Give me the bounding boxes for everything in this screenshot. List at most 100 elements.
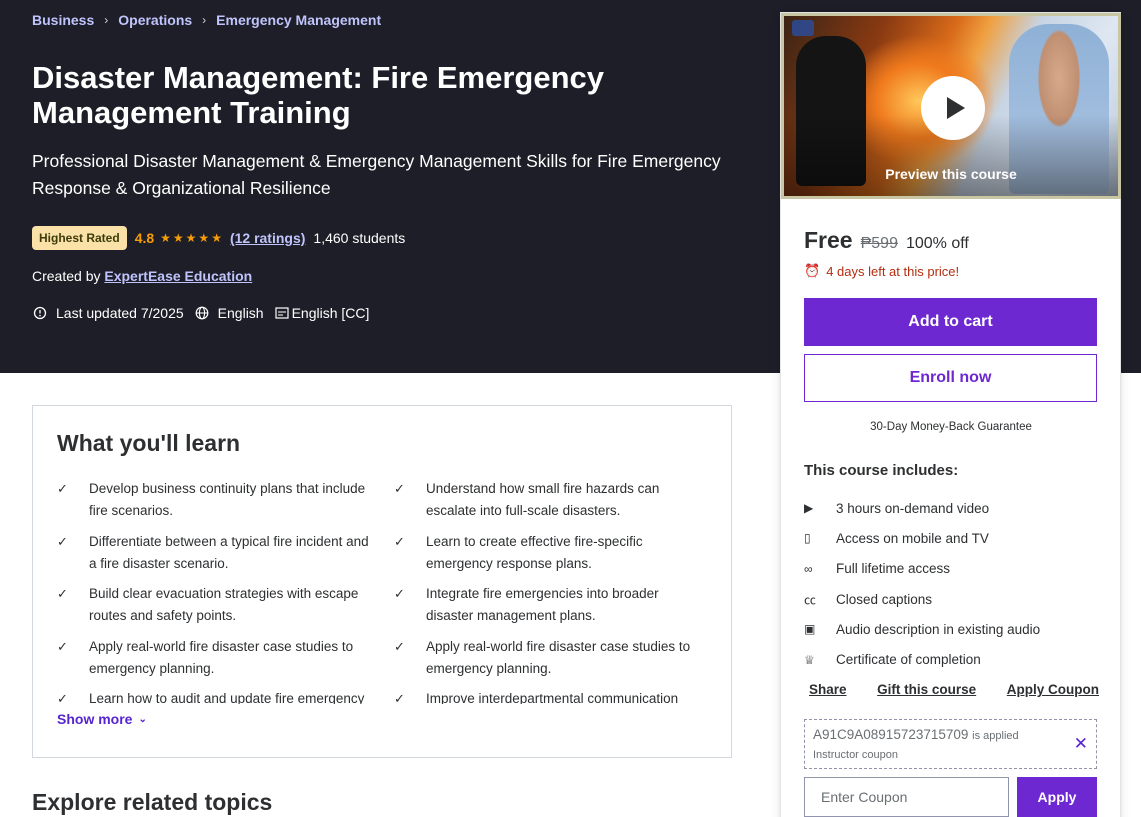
money-back-guarantee: 30-Day Money-Back Guarantee	[870, 421, 1032, 433]
learn-item: ✓ Understand how small fire hazards can e…	[394, 478, 709, 522]
includes-item: ♕ Certificate of completion	[804, 644, 1040, 674]
learn-item-text: Learn to create effective fire-specific …	[426, 534, 643, 571]
check-icon: ✓	[57, 586, 68, 601]
ratings-count-link[interactable]: (12 ratings)	[230, 230, 305, 246]
created-by-label: Created by	[32, 268, 101, 284]
learn-item: ✓ Learn to create effective fire-specific…	[394, 531, 709, 575]
what-youll-learn-box: What you'll learn ✓ Develop business cont…	[32, 405, 732, 758]
chevron-right-icon: ›	[202, 13, 207, 27]
coupon-code: A91C9A08915723715709	[813, 727, 969, 742]
learn-item: ✓ Integrate fire emergencies into broader…	[394, 583, 709, 627]
share-link[interactable]: Share	[809, 682, 847, 697]
learn-item-text: Apply real-world fire disaster case stud…	[426, 639, 691, 676]
show-more-label: Show more	[57, 711, 133, 727]
preview-label: Preview this course	[885, 166, 1017, 182]
learn-heading: What you'll learn	[57, 430, 241, 456]
coupon-code-line: A91C9A08915723715709 is applied	[813, 727, 1019, 742]
learn-item-text: Build clear evacuation strategies with e…	[89, 586, 359, 623]
learn-item: ✓ Apply real-world fire disaster case stu…	[394, 636, 709, 680]
includes-item-label: Certificate of completion	[836, 652, 981, 668]
includes-item: ▶ 3 hours on-demand video	[804, 493, 1040, 523]
enroll-now-button[interactable]: Enroll now	[804, 354, 1097, 402]
mobile-icon: ▯	[804, 531, 811, 546]
show-more-button[interactable]: Show more ⌄	[57, 711, 147, 727]
includes-title: This course includes:	[804, 462, 959, 479]
explore-related-heading: Explore related topics	[32, 789, 273, 815]
learn-item-text: Integrate fire emergencies into broader …	[426, 586, 659, 623]
instructor-link[interactable]: ExpertEase Education	[104, 268, 252, 284]
cc-icon: ㏄	[804, 592, 817, 607]
apply-coupon-button[interactable]: Apply	[1017, 777, 1097, 817]
learn-item-text: Apply real-world fire disaster case stud…	[89, 639, 354, 676]
learn-item: ✓ Develop business continuity plans that …	[57, 478, 372, 522]
alarm-clock-icon: ⏰	[804, 263, 821, 278]
applied-coupon: A91C9A08915723715709 is applied Instruct…	[804, 719, 1097, 769]
infinity-icon: ∞	[804, 561, 813, 576]
audio-description-icon: ▣	[804, 622, 816, 637]
course-title: Disaster Management: Fire Emergency Mana…	[32, 60, 604, 130]
language-text: English	[217, 305, 264, 321]
course-preview-video[interactable]: Preview this course	[781, 13, 1121, 199]
learn-item-text: Differentiate between a typical fire inc…	[89, 534, 369, 571]
close-icon[interactable]: ✕	[1074, 734, 1088, 754]
trophy-icon: ♕	[804, 652, 815, 667]
captions-text: English [CC]	[291, 305, 370, 321]
course-meta: Last updated 7/2025 English English [CC]	[32, 305, 379, 321]
chevron-right-icon: ›	[104, 13, 109, 27]
captions: English [CC]	[274, 305, 370, 321]
includes-item-label: Full lifetime access	[836, 561, 951, 577]
learn-item: ✓ Differentiate between a typical fire in…	[57, 531, 372, 575]
includes-item: ▯ Access on mobile and TV	[804, 523, 1040, 553]
star-rating-icon: ★★★★★	[160, 231, 224, 245]
includes-item-label: 3 hours on-demand video	[836, 500, 990, 516]
rating-value: 4.8	[134, 230, 155, 246]
last-updated: Last updated 7/2025	[32, 305, 184, 321]
globe-icon	[194, 305, 210, 321]
check-icon: ✓	[394, 481, 405, 496]
check-icon: ✓	[57, 481, 68, 496]
brand-logo-icon	[792, 20, 814, 36]
check-icon: ✓	[57, 639, 68, 654]
learn-item-text: Develop business continuity plans that i…	[89, 481, 366, 518]
students-count: 1,460 students	[313, 230, 406, 246]
alert-badge-icon	[32, 305, 48, 321]
play-button[interactable]	[921, 76, 985, 140]
check-icon: ✓	[394, 586, 405, 601]
check-icon: ✓	[57, 691, 68, 704]
last-updated-text: Last updated 7/2025	[56, 305, 184, 321]
created-by: Created by ExpertEase Education	[32, 268, 252, 284]
breadcrumb-business[interactable]: Business	[32, 12, 94, 28]
check-icon: ✓	[394, 534, 405, 549]
coupon-input[interactable]	[804, 777, 1009, 817]
add-to-cart-button[interactable]: Add to cart	[804, 298, 1097, 346]
breadcrumb-emergency-management[interactable]: Emergency Management	[216, 12, 381, 28]
breadcrumb-operations[interactable]: Operations	[118, 12, 192, 28]
card-actions: Share Gift this course Apply Coupon	[809, 682, 1099, 697]
chevron-down-icon: ⌄	[138, 713, 147, 725]
includes-item: ∞ Full lifetime access	[804, 554, 1040, 584]
learn-list: ✓ Develop business continuity plans that …	[57, 478, 709, 704]
original-price: ₱599	[860, 235, 898, 252]
video-icon: ▶	[804, 501, 814, 516]
price-countdown: ⏰ 4 days left at this price!	[804, 263, 959, 279]
includes-item-label: Access on mobile and TV	[836, 530, 989, 546]
learn-item: ✓ Learn how to audit and update fire emer…	[57, 688, 372, 704]
apply-coupon-link[interactable]: Apply Coupon	[1007, 682, 1099, 697]
learn-item: ✓ Build clear evacuation strategies with …	[57, 583, 372, 627]
includes-item-label: Closed captions	[836, 591, 933, 607]
includes-list: ▶ 3 hours on-demand video ▯ Access on mobi…	[804, 493, 1040, 675]
includes-item-label: Audio description in existing audio	[836, 621, 1041, 637]
highest-rated-badge: Highest Rated	[32, 226, 127, 250]
discount-percent: 100% off	[905, 235, 969, 252]
learn-item: ✓ Apply real-world fire disaster case stu…	[57, 636, 372, 680]
includes-item: ㏄ Closed captions	[804, 584, 1040, 614]
breadcrumb: Business › Operations › Emergency Manage…	[32, 12, 381, 28]
check-icon: ✓	[57, 534, 68, 549]
gift-course-link[interactable]: Gift this course	[877, 682, 976, 697]
learn-item: ✓ Improve interdepartmental communication	[394, 688, 709, 704]
includes-item: ▣ Audio description in existing audio	[804, 614, 1040, 644]
course-subtitle: Professional Disaster Management & Emerg…	[32, 151, 721, 198]
learn-item-text: Learn how to audit and update fire emerg…	[89, 691, 365, 704]
purchase-card: Preview this course Free ₱599 100% off ⏰…	[780, 12, 1121, 817]
learn-item-text: Understand how small fire hazards can es…	[426, 481, 660, 518]
